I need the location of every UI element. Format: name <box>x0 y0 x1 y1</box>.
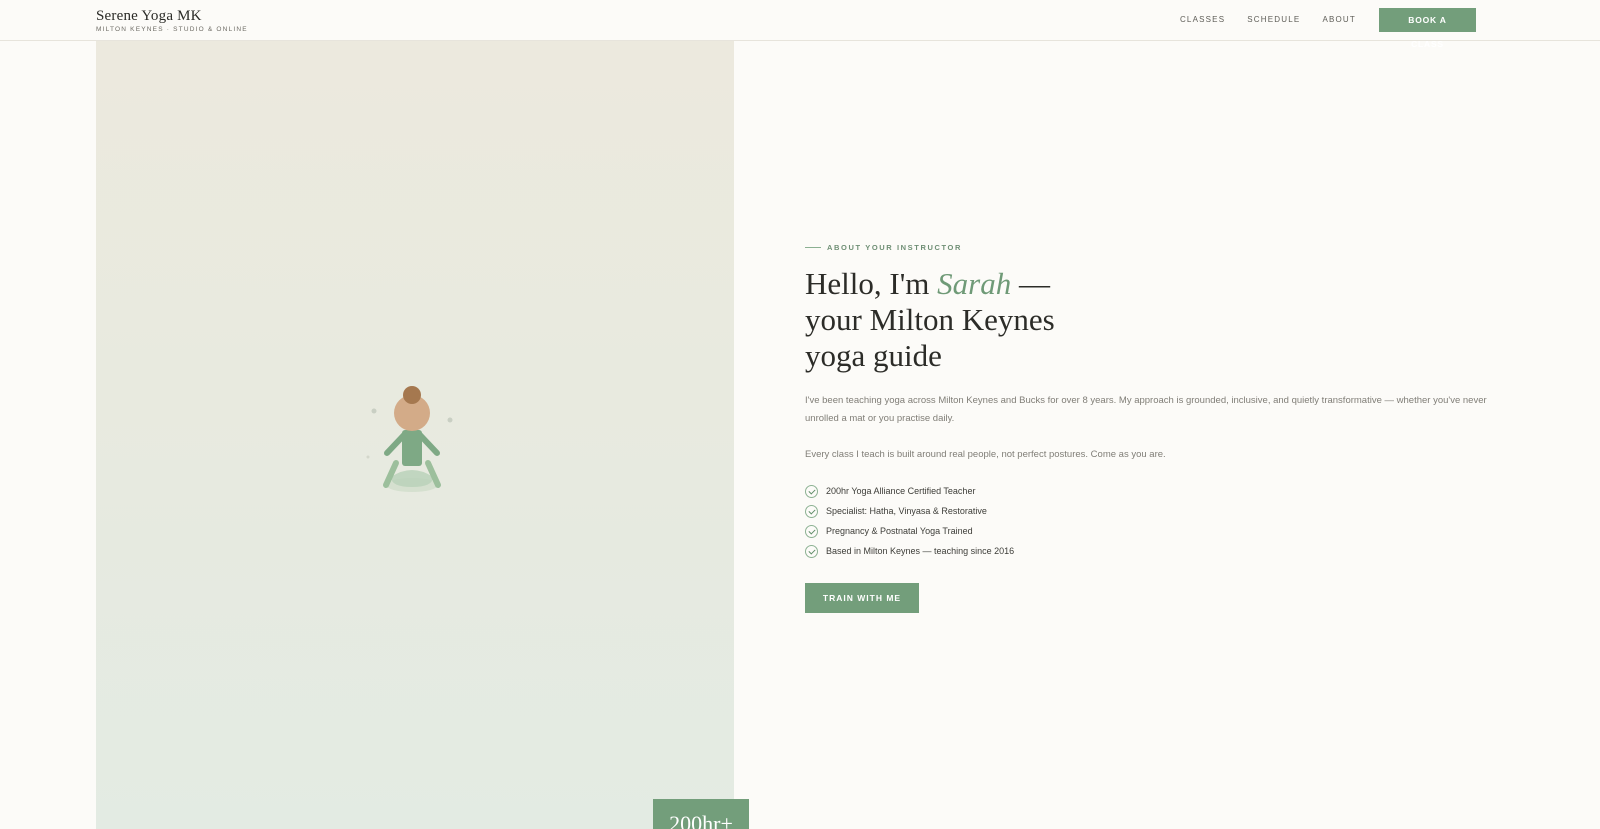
credential-text: Specialist: Hatha, Vinyasa & Restorative <box>826 506 987 516</box>
instructor-image-panel <box>96 41 734 829</box>
title-greeting: Hello, I'm <box>805 266 938 301</box>
site-header: Serene Yoga MK MILTON KEYNES · STUDIO & … <box>0 0 1600 49</box>
certification-badge: 200hr+ <box>653 799 749 829</box>
philosophy-paragraph: Every class I teach is built around real… <box>805 449 1166 460</box>
title-name: Sarah <box>937 266 1012 301</box>
nav-classes[interactable]: CLASSES <box>1180 8 1225 32</box>
brand-tagline: MILTON KEYNES · STUDIO & ONLINE <box>96 26 248 33</box>
about-section: ABOUT YOUR INSTRUCTOR Hello, I'm Sarah —… <box>805 243 1505 613</box>
title-line-3: yoga guide <box>805 338 942 373</box>
check-circle-icon <box>805 504 818 518</box>
meditation-figure-illustration <box>366 386 453 492</box>
check-circle-icon <box>805 524 818 538</box>
credential-text: 200hr Yoga Alliance Certified Teacher <box>826 486 976 496</box>
brand[interactable]: Serene Yoga MK MILTON KEYNES · STUDIO & … <box>96 8 248 33</box>
section-eyebrow: ABOUT YOUR INSTRUCTOR <box>805 243 1505 252</box>
intro-paragraph: I've been teaching yoga across Milton Ke… <box>805 395 1487 424</box>
main-nav: CLASSES SCHEDULE ABOUT BOOK A CLASS <box>1158 8 1476 49</box>
nav-schedule[interactable]: SCHEDULE <box>1247 8 1300 32</box>
list-item: Pregnancy & Postnatal Yoga Trained <box>805 521 1505 541</box>
train-with-me-button[interactable]: TRAIN WITH ME <box>805 583 919 613</box>
nav-about[interactable]: ABOUT <box>1322 8 1356 32</box>
credential-text: Pregnancy & Postnatal Yoga Trained <box>826 526 973 536</box>
brand-name: Serene Yoga MK <box>96 8 202 24</box>
title-line-2: your Milton Keynes <box>805 302 1055 337</box>
list-item: 200hr Yoga Alliance Certified Teacher <box>805 481 1505 501</box>
title-dash: — <box>1011 266 1050 301</box>
credentials-list: 200hr Yoga Alliance Certified Teacher Sp… <box>805 481 1505 561</box>
book-class-button[interactable]: BOOK A CLASS <box>1379 8 1476 49</box>
check-circle-icon <box>805 544 818 558</box>
credential-text: Based in Milton Keynes — teaching since … <box>826 546 1015 556</box>
eyebrow-label: ABOUT YOUR INSTRUCTOR <box>827 243 962 252</box>
list-item: Specialist: Hatha, Vinyasa & Restorative <box>805 501 1505 521</box>
page-title: Hello, I'm Sarah — your Milton Keynes yo… <box>805 266 1505 374</box>
eyebrow-divider <box>805 247 821 248</box>
list-item: Based in Milton Keynes — teaching since … <box>805 541 1505 561</box>
check-circle-icon <box>805 484 818 498</box>
